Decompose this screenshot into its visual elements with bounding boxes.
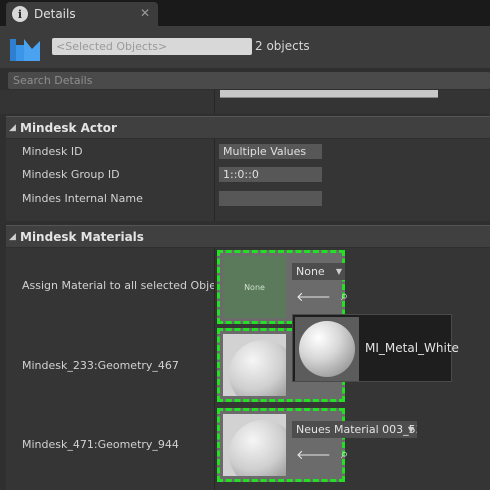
tooltip-label: MI_Metal_White: [365, 341, 459, 355]
category-label: Mindesk Materials: [20, 229, 144, 244]
category-mindesk-materials[interactable]: ◢ Mindesk Materials: [6, 225, 490, 247]
property-row-geometry-944: Mindesk_471:Geometry_944 Neues Material …: [6, 408, 490, 488]
property-label: Mindesk_233:Geometry_467: [22, 359, 179, 372]
mindesk-actor-rows: Mindesk ID Multiple Values Mindesk Group…: [6, 139, 490, 221]
material-combo-value: None: [296, 265, 325, 278]
category-label: Mindesk Actor: [20, 120, 117, 135]
mindesk-group-id-field[interactable]: 1::0::0: [219, 167, 322, 182]
material-combo-value: Neues Material 003_53: [296, 423, 417, 436]
property-label: Mindesk ID: [22, 145, 83, 158]
property-row-mindesk-group-id: Mindesk Group ID 1::0::0: [6, 166, 490, 184]
property-label: Mindesk Group ID: [22, 168, 120, 181]
tab-details-label: Details: [34, 7, 76, 21]
property-label: Assign Material to all selected Objects: [22, 279, 214, 292]
object-count: 2 objects: [255, 39, 310, 53]
sphere-preview: [229, 420, 286, 476]
material-thumbnail[interactable]: [223, 414, 286, 476]
material-combo[interactable]: None ▼: [292, 263, 345, 280]
material-slot[interactable]: None None ▼ 🡐 ⌕: [217, 250, 348, 324]
chevron-down-icon: ▼: [407, 425, 414, 434]
mindesk-id-field[interactable]: Multiple Values: [219, 144, 322, 159]
sphere-preview: [229, 340, 286, 396]
info-icon: i: [12, 6, 28, 22]
material-thumbnail[interactable]: [223, 334, 286, 396]
property-row-mindesk-id: Mindesk ID Multiple Values: [6, 143, 490, 161]
column-divider: [214, 90, 215, 114]
close-icon[interactable]: ✕: [140, 6, 150, 20]
actor-icon: [10, 39, 40, 61]
browse-search-icon[interactable]: ⌕: [341, 289, 348, 305]
browse-search-icon[interactable]: ⌕: [341, 447, 348, 463]
tab-details[interactable]: i Details ✕: [6, 2, 158, 26]
material-thumbnail[interactable]: None: [223, 256, 286, 318]
category-mindesk-actor[interactable]: ◢ Mindesk Actor: [6, 116, 490, 138]
material-combo[interactable]: Neues Material 003_53 ▼: [292, 421, 417, 438]
expand-arrow-icon[interactable]: ◢: [9, 123, 19, 133]
selected-objects-field[interactable]: <Selected Objects>: [52, 38, 252, 55]
material-slot[interactable]: Neues Material 003_53 ▼ 🡐 ⌕: [217, 408, 417, 482]
chevron-down-icon: ▼: [335, 267, 342, 276]
tooltip-thumbnail: [295, 317, 359, 381]
details-header: <Selected Objects> 2 objects: [0, 26, 490, 68]
internal-name-field[interactable]: [219, 191, 322, 206]
property-row-internal-name: Mindes Internal Name: [6, 190, 490, 208]
use-selected-arrow-icon[interactable]: 🡐: [296, 447, 331, 463]
property-label: Mindes Internal Name: [22, 192, 143, 205]
use-selected-arrow-icon[interactable]: 🡐: [296, 289, 331, 305]
material-actions: 🡐 ⌕: [296, 289, 348, 305]
search-input[interactable]: Search Details: [8, 72, 490, 89]
expand-arrow-icon[interactable]: ◢: [9, 232, 19, 242]
collapsed-section-stub: [0, 90, 490, 114]
material-actions: 🡐 ⌕: [296, 447, 348, 463]
property-label: Mindesk_471:Geometry_944: [22, 438, 179, 451]
value-strip: [220, 90, 438, 98]
material-tooltip: MI_Metal_White: [292, 314, 459, 382]
sphere-preview: [299, 321, 355, 377]
tab-strip: i Details ✕: [0, 0, 490, 26]
